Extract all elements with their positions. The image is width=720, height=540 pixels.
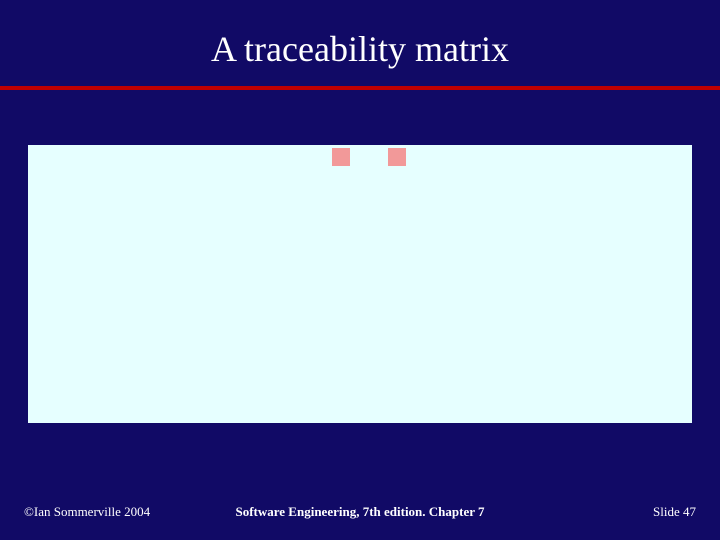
footer-slide-number: Slide 47	[653, 504, 696, 520]
content-panel	[28, 145, 692, 423]
marker-square	[332, 148, 350, 166]
footer-copyright: ©Ian Sommerville 2004	[24, 504, 150, 520]
slide-footer: ©Ian Sommerville 2004 Software Engineeri…	[0, 494, 720, 540]
footer-center: Software Engineering, 7th edition. Chapt…	[235, 504, 484, 520]
divider-rule	[0, 86, 720, 90]
slide-title: A traceability matrix	[0, 28, 720, 70]
marker-square	[388, 148, 406, 166]
title-area: A traceability matrix	[0, 0, 720, 86]
